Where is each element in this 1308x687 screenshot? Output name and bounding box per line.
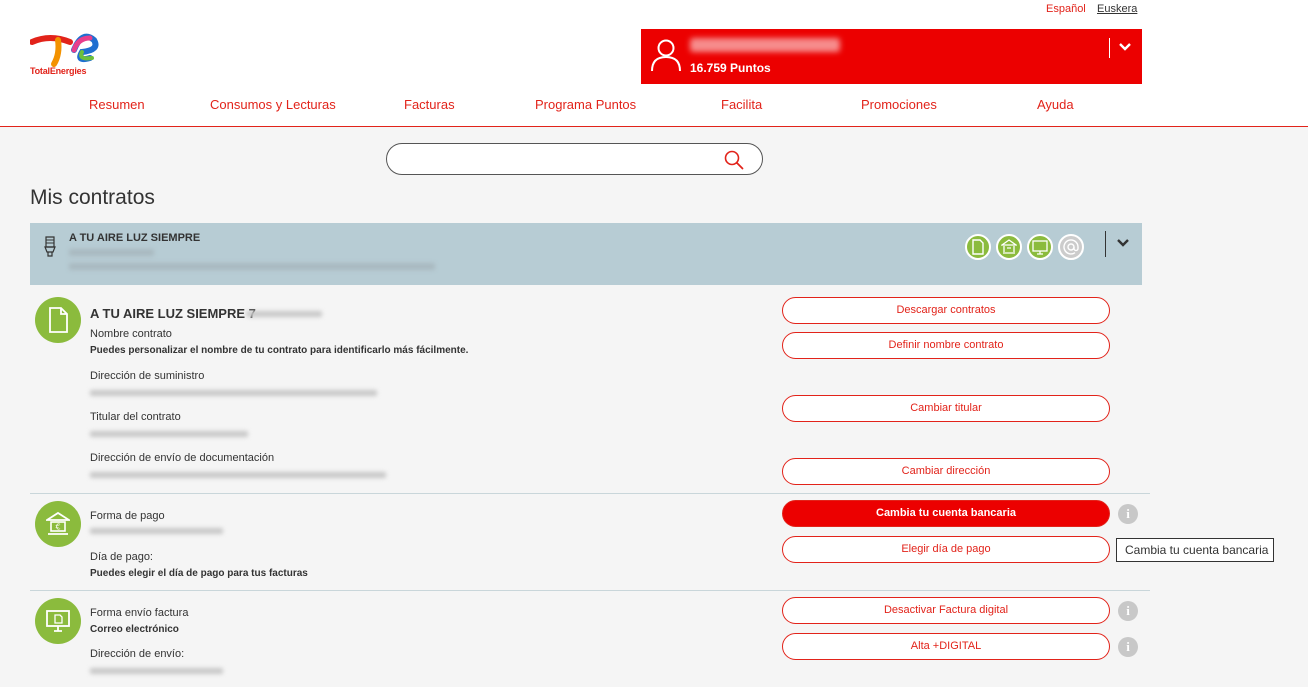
bank-icon[interactable]: [996, 234, 1022, 260]
chevron-down-icon[interactable]: [1115, 235, 1131, 251]
user-name-redacted: [690, 38, 840, 52]
monitor-icon: [35, 598, 81, 644]
direccion-suministro-redacted: [90, 390, 377, 396]
forma-envio-value: Correo electrónico: [90, 624, 179, 635]
titular-label: Titular del contrato: [90, 411, 181, 423]
section-divider: [30, 590, 1150, 591]
divider: [1109, 38, 1110, 58]
lightbulb-icon: [44, 236, 56, 257]
direccion-envio-label: Dirección de envío:: [90, 648, 185, 660]
nav-resumen[interactable]: Resumen: [89, 97, 145, 112]
elegir-dia-pago-button[interactable]: Elegir día de pago: [782, 536, 1110, 563]
envio-documentacion-label: Dirección de envío de documentación: [90, 452, 275, 464]
logo-text: TotalEnergies: [30, 66, 87, 76]
section-divider: [30, 493, 1150, 494]
tooltip: Cambia tu cuenta bancaria: [1116, 538, 1274, 562]
nav-programa-puntos[interactable]: Programa Puntos: [535, 97, 636, 112]
document-icon[interactable]: [965, 234, 991, 260]
contract-name: A TU AIRE LUZ SIEMPRE: [69, 232, 201, 244]
alta-digital-button[interactable]: Alta +DIGITAL: [782, 633, 1110, 660]
divider: [1105, 231, 1106, 257]
nav-facilita[interactable]: Facilita: [721, 97, 762, 112]
cambia-cuenta-button[interactable]: Cambia tu cuenta bancaria: [782, 500, 1110, 527]
cambiar-direccion-button[interactable]: Cambiar dirección: [782, 458, 1110, 485]
contract-number-redacted: [246, 311, 322, 317]
nombre-contrato-label: Nombre contrato: [90, 328, 172, 340]
definir-nombre-button[interactable]: Definir nombre contrato: [782, 332, 1110, 359]
svg-text:€: €: [55, 523, 60, 532]
descargar-contratos-button[interactable]: Descargar contratos: [782, 297, 1110, 324]
page-title: Mis contratos: [30, 186, 155, 209]
contract-id-redacted: [69, 249, 154, 256]
search-box: [386, 143, 763, 175]
nav-facturas[interactable]: Facturas: [404, 97, 455, 112]
lang-espanol[interactable]: Español: [1046, 3, 1086, 15]
envio-documentacion-redacted: [90, 472, 386, 478]
forma-pago-label: Forma de pago: [90, 510, 165, 522]
nombre-contrato-hint: Puedes personalizar el nombre de tu cont…: [90, 345, 469, 356]
main-nav: Resumen Consumos y Lecturas Facturas Pro…: [0, 97, 1308, 115]
iban-redacted: [90, 528, 223, 534]
cambiar-titular-button[interactable]: Cambiar titular: [782, 395, 1110, 422]
desactivar-factura-button[interactable]: Desactivar Factura digital: [782, 597, 1110, 624]
nav-ayuda[interactable]: Ayuda: [1037, 97, 1074, 112]
bank-icon: €: [35, 501, 81, 547]
nav-promociones[interactable]: Promociones: [861, 97, 937, 112]
info-icon[interactable]: i: [1118, 601, 1138, 621]
direccion-suministro-label: Dirección de suministro: [90, 370, 205, 382]
monitor-icon[interactable]: [1027, 234, 1053, 260]
info-icon[interactable]: i: [1118, 637, 1138, 657]
contract-detail-title: A TU AIRE LUZ SIEMPRE 7: [90, 306, 256, 321]
header: Español Euskera TotalEnergies 16.759 Pun…: [0, 0, 1308, 127]
contract-header[interactable]: A TU AIRE LUZ SIEMPRE: [30, 223, 1142, 285]
info-icon[interactable]: i: [1118, 504, 1138, 524]
at-icon[interactable]: [1058, 234, 1084, 260]
dia-pago-label: Día de pago:: [90, 551, 153, 563]
user-icon: [651, 39, 681, 72]
document-icon: [35, 297, 81, 343]
search-icon[interactable]: [724, 150, 744, 170]
lang-euskera[interactable]: Euskera: [1097, 3, 1137, 15]
dia-pago-hint: Puedes elegir el día de pago para tus fa…: [90, 568, 308, 579]
titular-redacted: [90, 431, 248, 437]
user-points: 16.759 Puntos: [690, 61, 771, 75]
contract-address-redacted: [69, 263, 435, 270]
forma-envio-label: Forma envío factura: [90, 607, 189, 619]
search-input[interactable]: [401, 151, 721, 169]
user-panel[interactable]: 16.759 Puntos: [641, 29, 1142, 84]
chevron-down-icon[interactable]: [1117, 39, 1133, 55]
email-redacted: [90, 668, 223, 674]
nav-consumos[interactable]: Consumos y Lecturas: [210, 97, 336, 112]
